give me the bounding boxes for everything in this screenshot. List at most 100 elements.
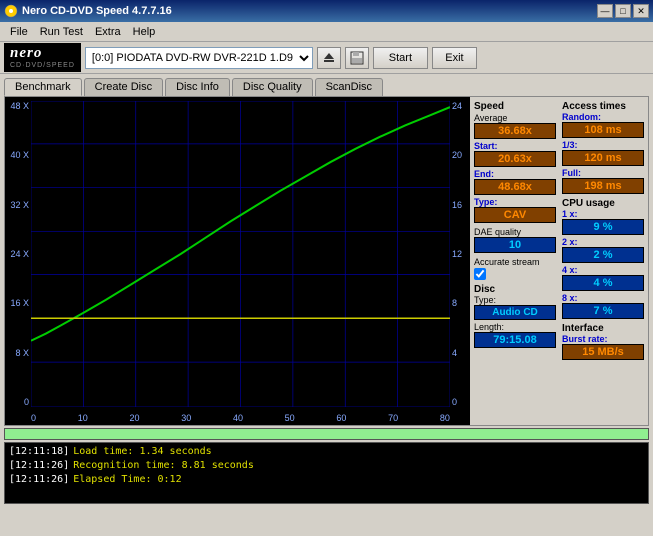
log-msg-3: Elapsed Time: 0:12 — [73, 473, 181, 487]
tab-benchmark[interactable]: Benchmark — [4, 78, 82, 96]
cpu-1x-label: 1 x: — [562, 209, 644, 219]
tab-disc-quality[interactable]: Disc Quality — [232, 78, 313, 96]
x-label-80: 80 — [440, 413, 450, 423]
log-line-1: [12:11:18] Load time: 1.34 seconds — [9, 445, 644, 459]
accurate-stream-section: Accurate stream — [474, 257, 556, 280]
y-right-24: 24 — [452, 101, 462, 111]
tab-bar: Benchmark Create Disc Disc Info Disc Qua… — [0, 74, 653, 96]
x-label-40: 40 — [233, 413, 243, 423]
title-bar: Nero CD-DVD Speed 4.7.7.16 — □ ✕ — [0, 0, 653, 22]
cpu-2x-label: 2 x: — [562, 237, 644, 247]
start-button[interactable]: Start — [373, 47, 428, 69]
chart-area: 48 X 40 X 32 X 24 X 16 X 8 X 0 — [5, 97, 470, 425]
disc-type-value: Audio CD — [474, 305, 556, 320]
menu-extra[interactable]: Extra — [89, 25, 127, 39]
eject-icon — [322, 51, 336, 65]
y-label-16x: 16 X — [10, 298, 29, 308]
y-right-0: 0 — [452, 397, 457, 407]
random-value: 108 ms — [562, 122, 644, 138]
cpu-8x-value: 7 % — [562, 303, 644, 319]
tab-disc-info[interactable]: Disc Info — [165, 78, 230, 96]
y-label-40x: 40 X — [10, 150, 29, 160]
y-label-8x: 8 X — [15, 348, 29, 358]
y-label-48x: 48 X — [10, 101, 29, 111]
x-label-30: 30 — [181, 413, 191, 423]
end-value: 48.68x — [474, 179, 556, 195]
log-line-2: [12:11:26] Recognition time: 8.81 second… — [9, 459, 644, 473]
save-button[interactable] — [345, 47, 369, 69]
cd-icon — [4, 4, 18, 18]
exit-button[interactable]: Exit — [432, 47, 477, 69]
save-icon — [350, 51, 364, 65]
title-controls: — □ ✕ — [597, 4, 649, 18]
menu-help[interactable]: Help — [127, 25, 162, 39]
average-label: Average — [474, 113, 556, 123]
dae-value: 10 — [474, 237, 556, 253]
tab-create-disc[interactable]: Create Disc — [84, 78, 163, 96]
menu-bar: File Run Test Extra Help — [0, 22, 653, 42]
log-msg-1: Load time: 1.34 seconds — [73, 445, 211, 459]
menu-run-test[interactable]: Run Test — [34, 25, 89, 39]
disc-length-value: 79:15.08 — [474, 332, 556, 348]
y-label-24x: 24 X — [10, 249, 29, 259]
x-label-20: 20 — [129, 413, 139, 423]
y-label-0: 0 — [24, 397, 29, 407]
cpu-1x-value: 9 % — [562, 219, 644, 235]
log-time-1: [12:11:18] — [9, 445, 69, 459]
cpu-8x-label: 8 x: — [562, 293, 644, 303]
speed-section: Speed Average 36.68x Start: 20.63x End: … — [474, 101, 556, 223]
accurate-stream-label: Accurate stream — [474, 257, 556, 267]
menu-file[interactable]: File — [4, 25, 34, 39]
x-label-60: 60 — [336, 413, 346, 423]
cpu-2x-value: 2 % — [562, 247, 644, 263]
speed-label: Speed — [474, 101, 556, 112]
chart-svg — [31, 101, 450, 407]
x-label-50: 50 — [285, 413, 295, 423]
burst-value: 15 MB/s — [562, 344, 644, 360]
window-title: Nero CD-DVD Speed 4.7.7.16 — [22, 5, 172, 17]
drive-select[interactable]: [0:0] PIODATA DVD-RW DVR-221D 1.D9 — [85, 47, 313, 69]
tab-scan-disc[interactable]: ScanDisc — [315, 78, 383, 96]
access-times-label: Access times — [562, 101, 644, 112]
side-panel: Speed Average 36.68x Start: 20.63x End: … — [470, 97, 648, 425]
y-right-4: 4 — [452, 348, 457, 358]
y-right-8: 8 — [452, 298, 457, 308]
one-third-value: 120 ms — [562, 150, 644, 166]
full-value: 198 ms — [562, 178, 644, 194]
log-line-3: [12:11:26] Elapsed Time: 0:12 — [9, 473, 644, 487]
disc-type-label: Disc — [474, 284, 556, 295]
y-label-32x: 32 X — [10, 200, 29, 210]
nero-logo: nero CD·DVD/SPEED — [4, 43, 81, 71]
accurate-stream-checkbox[interactable] — [474, 268, 486, 280]
y-right-16: 16 — [452, 200, 462, 210]
y-right-20: 20 — [452, 150, 462, 160]
minimize-button[interactable]: — — [597, 4, 613, 18]
toolbar: nero CD·DVD/SPEED [0:0] PIODATA DVD-RW D… — [0, 42, 653, 74]
maximize-button[interactable]: □ — [615, 4, 631, 18]
access-times-section: Access times Random: 108 ms 1/3: 120 ms … — [562, 101, 644, 194]
log-area[interactable]: [12:11:18] Load time: 1.34 seconds [12:1… — [4, 442, 649, 504]
close-button[interactable]: ✕ — [633, 4, 649, 18]
dae-label: DAE quality — [474, 227, 556, 237]
y-right-12: 12 — [452, 249, 462, 259]
title-bar-left: Nero CD-DVD Speed 4.7.7.16 — [4, 4, 172, 18]
x-label-10: 10 — [78, 413, 88, 423]
end-label: End: — [474, 169, 556, 179]
burst-label: Burst rate: — [562, 334, 644, 344]
log-time-2: [12:11:26] — [9, 459, 69, 473]
disc-section: Disc Type: Audio CD Length: 79:15.08 — [474, 284, 556, 348]
cpu-4x-value: 4 % — [562, 275, 644, 291]
type-value: CAV — [474, 207, 556, 223]
cpu-4x-label: 4 x: — [562, 265, 644, 275]
dae-section: DAE quality 10 — [474, 227, 556, 253]
interface-label: Interface — [562, 323, 644, 334]
full-label: Full: — [562, 168, 644, 178]
one-third-label: 1/3: — [562, 140, 644, 150]
eject-button[interactable] — [317, 47, 341, 69]
progress-bar — [4, 428, 649, 440]
type-label: Type: — [474, 197, 556, 207]
start-label: Start: — [474, 141, 498, 151]
log-time-3: [12:11:26] — [9, 473, 69, 487]
cpu-usage-section: CPU usage 1 x: 9 % 2 x: 2 % 4 x: 4 % 8 x… — [562, 198, 644, 319]
disc-type-sublabel: Type: — [474, 295, 556, 305]
